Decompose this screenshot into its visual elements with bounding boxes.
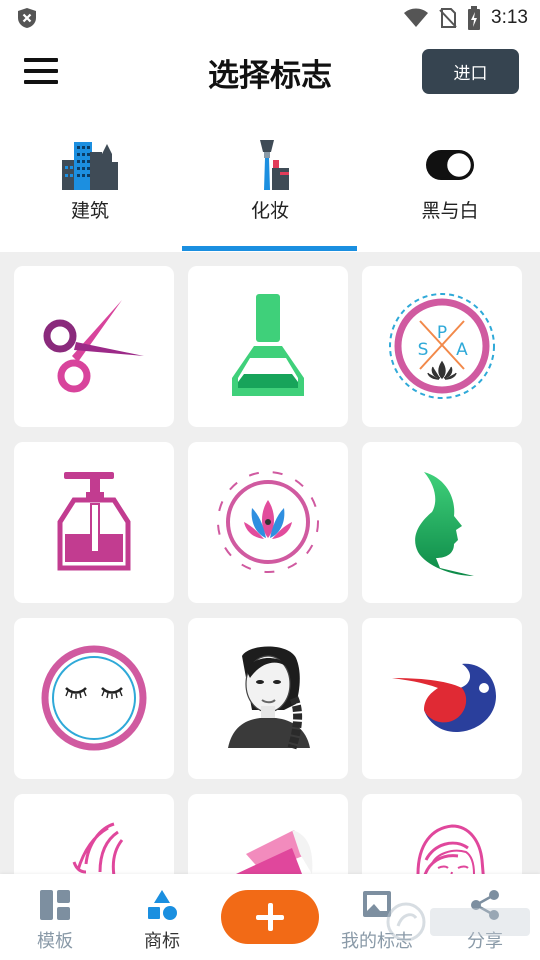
tab-makeup[interactable]: 化妆 (180, 108, 360, 252)
logo-card[interactable] (14, 618, 174, 779)
pink-woman-face-icon (416, 824, 485, 874)
status-bar: 3:13 (0, 0, 540, 36)
templates-grid-icon (40, 890, 70, 920)
active-tab-indicator (182, 246, 357, 251)
logo-grid-area: P S A (0, 252, 540, 874)
nav-templates-label: 模板 (37, 931, 73, 952)
svg-text:S: S (418, 340, 429, 360)
logo-grid: P S A (14, 266, 522, 874)
buildings-icon (62, 142, 118, 190)
add-button[interactable] (221, 890, 319, 944)
logo-card[interactable] (188, 442, 348, 603)
tab-architecture[interactable]: 建筑 (0, 108, 180, 252)
nav-logos[interactable]: 商标 (107, 874, 217, 960)
spa-lotus-emblem-icon: P S A (389, 293, 495, 399)
nav-logos-label: 商标 (144, 931, 180, 952)
category-tabs: 建筑 化妆 黑与白 (0, 108, 540, 252)
logo-card[interactable] (14, 442, 174, 603)
logo-card[interactable] (188, 266, 348, 427)
red-blue-swoosh-icon (392, 663, 496, 732)
pink-petals-icon (236, 830, 313, 874)
logo-card[interactable] (14, 266, 174, 427)
logo-card[interactable] (362, 442, 522, 603)
nail-polish-icon (232, 294, 304, 396)
status-time: 3:13 (491, 7, 528, 28)
svg-text:A: A (456, 340, 468, 360)
tab-black-white[interactable]: 黑与白 (360, 108, 540, 252)
black-white-toggle-icon (426, 150, 474, 180)
soap-dispenser-icon (57, 472, 131, 571)
logo-card[interactable] (362, 618, 522, 779)
tab-label-architecture: 建筑 (70, 200, 109, 222)
nav-templates[interactable]: 模板 (0, 874, 110, 960)
braided-woman-portrait-icon (228, 646, 310, 750)
shield-icon (18, 8, 36, 28)
logo-card[interactable]: P S A (362, 266, 522, 427)
watermark-logo (386, 902, 530, 942)
lotus-badge-icon (217, 471, 319, 573)
import-button[interactable]: 进口 (422, 49, 519, 94)
logo-card[interactable] (188, 618, 348, 779)
scissors-icon (43, 300, 144, 393)
tab-label-black-white: 黑与白 (421, 200, 479, 222)
no-sim-icon (439, 8, 457, 28)
app-header: 选择标志 进口 (0, 36, 540, 108)
shapes-icon (148, 890, 177, 920)
wifi-icon (404, 8, 429, 27)
svg-text:P: P (437, 323, 447, 343)
green-face-profile-icon (415, 472, 474, 576)
battery-charging-icon (468, 6, 481, 30)
tab-label-makeup: 化妆 (250, 200, 289, 222)
pink-hair-line-icon (72, 822, 124, 874)
logo-card[interactable] (188, 794, 348, 874)
logo-card[interactable] (362, 794, 522, 874)
closed-eyes-circle-icon (41, 645, 147, 751)
makeup-icon (260, 140, 289, 190)
logo-card[interactable] (14, 794, 174, 874)
